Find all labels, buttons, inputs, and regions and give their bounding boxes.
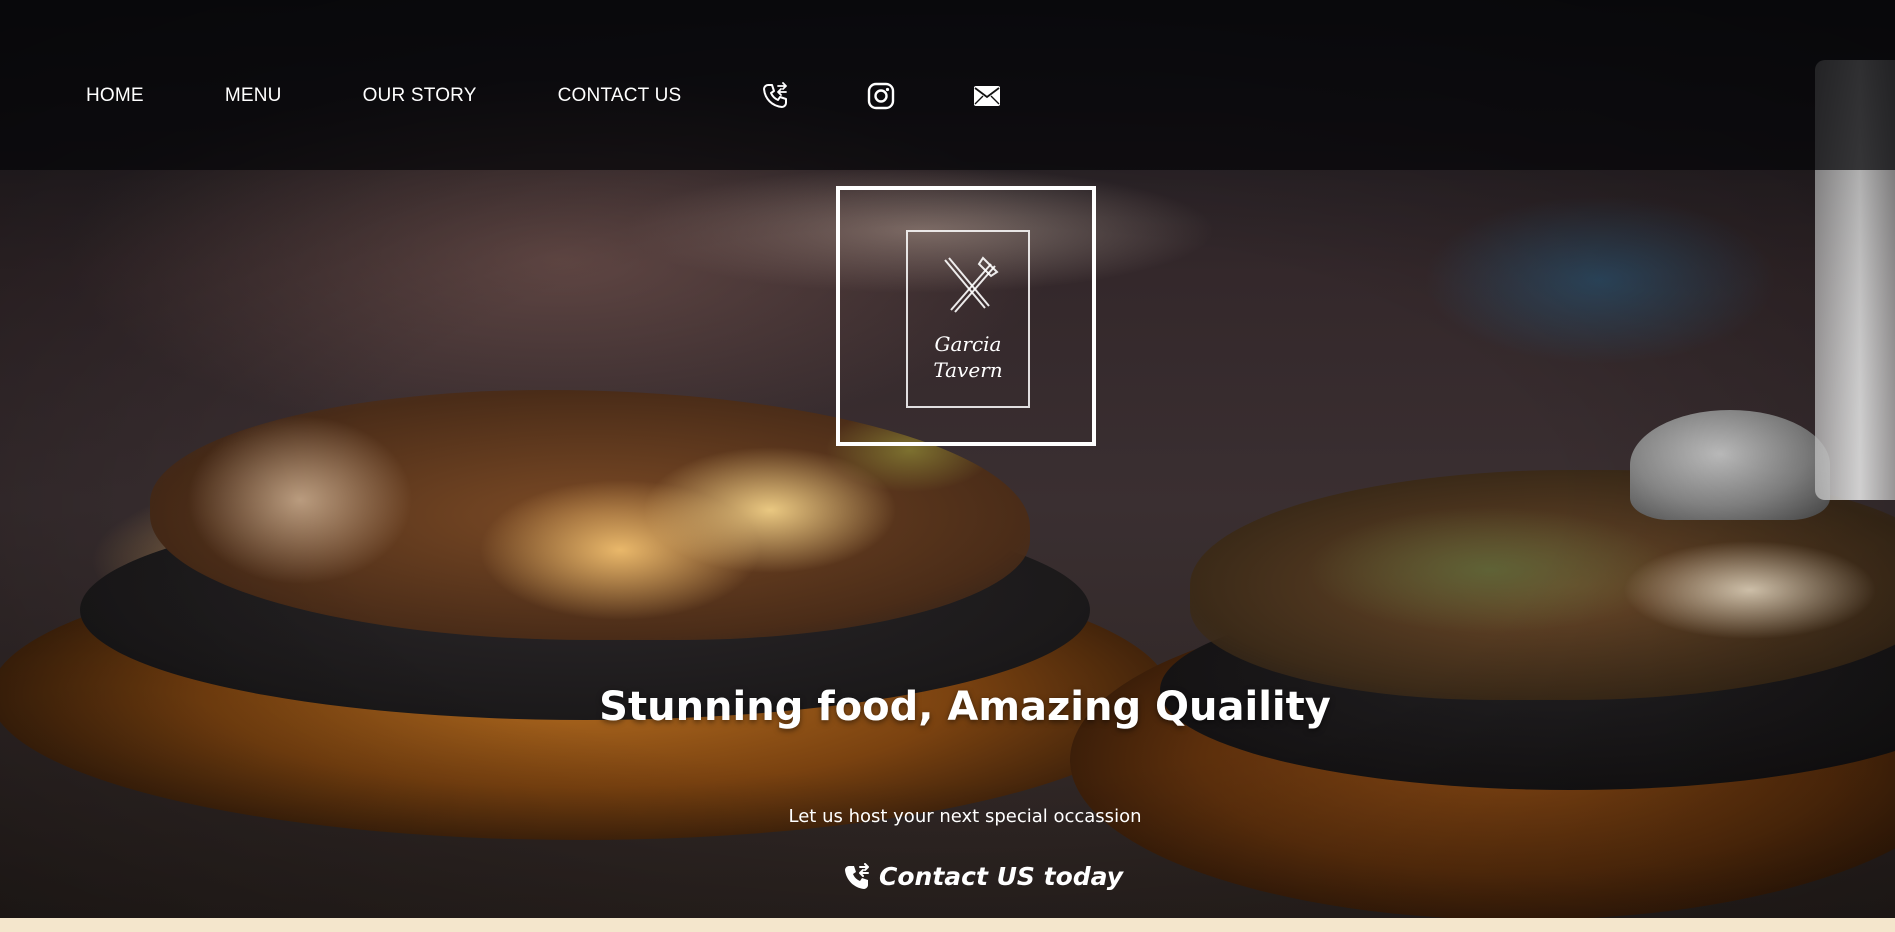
- nav-link-our-story[interactable]: OUR STORY: [363, 85, 477, 107]
- instagram-icon[interactable]: [867, 82, 895, 110]
- top-navigation-bar: HOME MENU OUR STORY CONTACT US: [0, 0, 1895, 170]
- mail-icon[interactable]: [973, 85, 1001, 107]
- utensils-icon: [944, 256, 999, 313]
- logo-text-line1: Garcia: [934, 332, 1002, 356]
- restaurant-logo: Garcia Tavern: [836, 186, 1096, 446]
- logo-text-line2: Tavern: [933, 358, 1003, 382]
- section-divider-strip: [0, 918, 1895, 932]
- nav-link-menu[interactable]: MENU: [225, 85, 282, 107]
- phone-icon[interactable]: [761, 82, 789, 110]
- contact-us-today-link[interactable]: Contact US today: [843, 862, 1123, 891]
- hero-subline: Let us host your next special occassion: [788, 806, 1142, 827]
- nav-link-home[interactable]: HOME: [86, 85, 144, 107]
- nav-link-contact-us[interactable]: CONTACT US: [558, 85, 682, 107]
- cta-label: Contact US today: [879, 862, 1124, 891]
- main-nav: HOME MENU OUR STORY CONTACT US: [86, 82, 1001, 110]
- hero-headline: Stunning food, Amazing Quaility: [599, 684, 1331, 730]
- phone-icon: [843, 862, 871, 891]
- logo-inner-frame: Garcia Tavern: [906, 230, 1030, 408]
